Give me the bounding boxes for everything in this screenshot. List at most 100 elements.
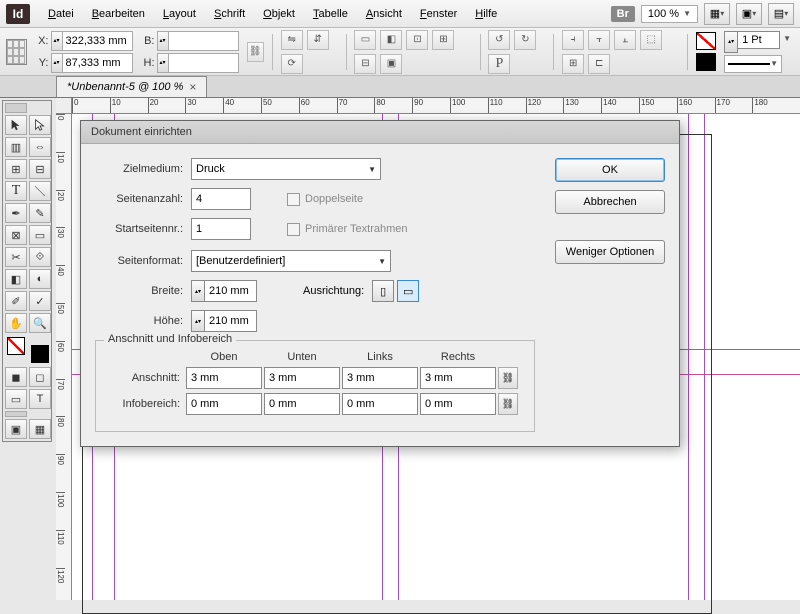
view-options-button[interactable]: ▦▾ <box>704 3 730 25</box>
select-content-icon[interactable]: ◧ <box>380 30 402 50</box>
startseite-input[interactable] <box>191 218 251 240</box>
preview-view-icon[interactable]: ▦ <box>29 419 51 439</box>
fill-frame-icon[interactable]: ▣ <box>380 54 402 74</box>
reference-point-grid[interactable] <box>6 39 27 65</box>
breite-spinner[interactable]: ▴▾ <box>191 280 205 302</box>
constrain-icon[interactable]: ⛓ <box>247 42 264 62</box>
fill-swatch[interactable] <box>696 32 716 50</box>
flip-v-icon[interactable]: ⇵ <box>307 30 329 50</box>
rotate-cw-icon[interactable]: ↻ <box>514 30 536 50</box>
anschnitt-links-input[interactable] <box>342 367 418 389</box>
align-bottom-icon[interactable]: ⫠ <box>614 30 636 50</box>
type-tool[interactable]: T <box>5 181 27 201</box>
align-left-icon[interactable]: ⊏ <box>588 54 610 74</box>
rotate-icon[interactable]: ⟳ <box>281 54 303 74</box>
hoehe-spinner[interactable]: ▴▾ <box>191 310 205 332</box>
w-input[interactable] <box>169 31 239 51</box>
infobereich-unten-input[interactable] <box>264 393 340 415</box>
infobereich-rechts-input[interactable] <box>420 393 496 415</box>
menu-datei[interactable]: Datei <box>40 4 82 24</box>
primaer-checkbox[interactable]: Primärer Textrahmen <box>287 223 408 236</box>
align-middle-icon[interactable]: ⫟ <box>588 30 610 50</box>
infobereich-links-input[interactable] <box>342 393 418 415</box>
y-spinner[interactable]: ▴▾ <box>51 53 63 73</box>
horizontal-ruler[interactable]: 0102030405060708090100110120130140150160… <box>72 98 800 114</box>
page-tool[interactable]: ▥ <box>5 137 27 157</box>
gap-tool[interactable]: ⇔ <box>29 137 51 157</box>
gradient-tool[interactable]: ◧ <box>5 269 27 289</box>
zoom-select[interactable]: 100 %▼ <box>641 5 698 23</box>
pen-tool[interactable]: ✒ <box>5 203 27 223</box>
center-content-icon[interactable]: ⊟ <box>354 54 376 74</box>
menu-layout[interactable]: Layout <box>155 4 204 24</box>
pencil-tool[interactable]: ✎ <box>29 203 51 223</box>
panel-grip[interactable] <box>5 103 27 113</box>
ok-button[interactable]: OK <box>555 158 665 182</box>
rotate-ccw-icon[interactable]: ↺ <box>488 30 510 50</box>
anschnitt-unten-input[interactable] <box>264 367 340 389</box>
breite-input[interactable] <box>205 280 257 302</box>
apply-none-icon[interactable]: ◻ <box>29 367 51 387</box>
fill-stroke-swatches[interactable] <box>5 335 51 365</box>
h-spinner[interactable]: ▴▾ <box>157 53 169 73</box>
normal-view-icon[interactable]: ▣ <box>5 419 27 439</box>
menu-hilfe[interactable]: Hilfe <box>467 4 505 24</box>
text-wrap-icon[interactable]: P <box>488 54 510 74</box>
distribute-h-icon[interactable]: ⬚ <box>640 30 662 50</box>
gradient-feather-tool[interactable]: ◐ <box>29 269 51 289</box>
anschnitt-rechts-input[interactable] <box>420 367 496 389</box>
hand-tool[interactable]: ✋ <box>5 313 27 333</box>
note-tool[interactable]: ✐ <box>5 291 27 311</box>
h-input[interactable] <box>169 53 239 73</box>
direct-selection-tool[interactable] <box>29 115 51 135</box>
formatting-text-icon[interactable]: T <box>29 389 51 409</box>
cancel-button[interactable]: Abbrechen <box>555 190 665 214</box>
select-container-icon[interactable]: ▭ <box>354 30 376 50</box>
bridge-button[interactable]: Br <box>611 6 635 22</box>
rectangle-tool[interactable]: ▭ <box>29 225 51 245</box>
ruler-origin[interactable] <box>56 98 72 114</box>
scissors-tool[interactable]: ✂ <box>5 247 27 267</box>
stroke-swatch[interactable] <box>696 53 716 71</box>
menu-tabelle[interactable]: Tabelle <box>305 4 356 24</box>
content-placer-tool[interactable]: ⊟ <box>29 159 51 179</box>
zoom-tool[interactable]: 🔍 <box>29 313 51 333</box>
menu-ansicht[interactable]: Ansicht <box>358 4 410 24</box>
orientation-landscape-button[interactable]: ▭ <box>397 280 419 302</box>
distribute-v-icon[interactable]: ⊞ <box>562 54 584 74</box>
infobereich-oben-input[interactable] <box>186 393 262 415</box>
y-input[interactable] <box>63 53 133 73</box>
zielmedium-select[interactable]: Druck▼ <box>191 158 381 180</box>
screen-mode-button[interactable]: ▣▾ <box>736 3 762 25</box>
x-spinner[interactable]: ▴▾ <box>51 31 63 51</box>
apply-color-icon[interactable]: ◼ <box>5 367 27 387</box>
w-spinner[interactable]: ▴▾ <box>157 31 169 51</box>
document-tab[interactable]: *Unbenannt-5 @ 100 %× <box>56 76 207 97</box>
hoehe-input[interactable] <box>205 310 257 332</box>
stroke-style-select[interactable]: ▼ <box>724 55 782 73</box>
menu-objekt[interactable]: Objekt <box>255 4 303 24</box>
stroke-weight-spinner[interactable]: ▴▾ <box>724 31 738 53</box>
seitenanzahl-input[interactable] <box>191 188 251 210</box>
eyedropper-tool[interactable]: ✓ <box>29 291 51 311</box>
line-tool[interactable]: ＼ <box>29 181 51 201</box>
menu-bearbeiten[interactable]: Bearbeiten <box>84 4 153 24</box>
flip-h-icon[interactable]: ⇋ <box>281 30 303 50</box>
menu-schrift[interactable]: Schrift <box>206 4 253 24</box>
orientation-portrait-button[interactable]: ▯ <box>372 280 394 302</box>
weniger-optionen-button[interactable]: Weniger Optionen <box>555 240 665 264</box>
fit-content-icon[interactable]: ⊡ <box>406 30 428 50</box>
free-transform-tool[interactable]: ⟐ <box>29 247 51 267</box>
align-top-icon[interactable]: ⫞ <box>562 30 584 50</box>
fit-frame-icon[interactable]: ⊞ <box>432 30 454 50</box>
x-input[interactable] <box>63 31 133 51</box>
selection-tool[interactable] <box>5 115 27 135</box>
content-collector-tool[interactable]: ⊞ <box>5 159 27 179</box>
close-tab-icon[interactable]: × <box>189 80 196 94</box>
seitenformat-select[interactable]: [Benutzerdefiniert]▼ <box>191 250 391 272</box>
stroke-weight-input[interactable] <box>738 31 780 49</box>
doppelseite-checkbox[interactable]: Doppelseite <box>287 193 363 206</box>
rectangle-frame-tool[interactable]: ⊠ <box>5 225 27 245</box>
menu-fenster[interactable]: Fenster <box>412 4 465 24</box>
anschnitt-link-icon[interactable]: ⛓ <box>498 367 518 389</box>
